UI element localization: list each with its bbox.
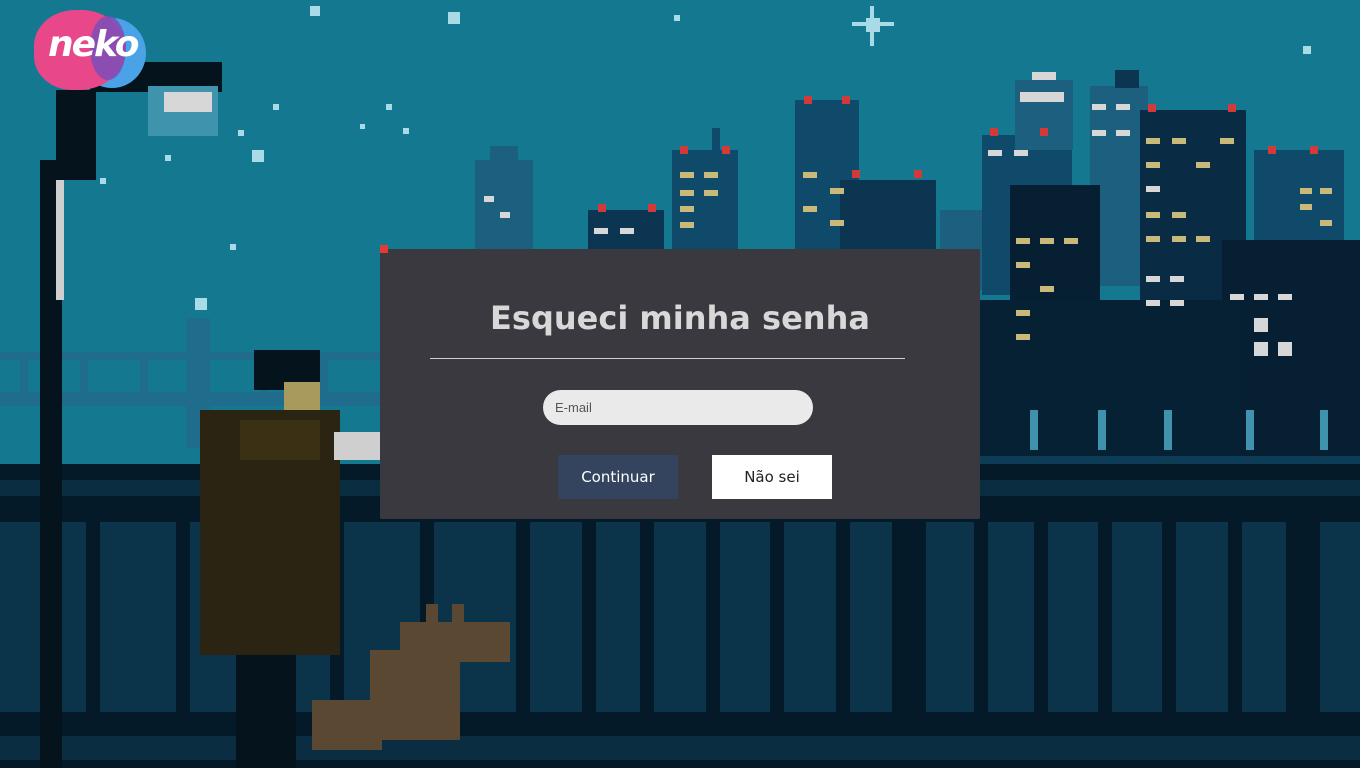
dont-know-button[interactable]: Não sei	[712, 455, 832, 499]
forgot-password-modal: Esqueci minha senha Continuar Não sei	[380, 245, 980, 519]
title-divider	[430, 358, 905, 359]
neko-logo[interactable]: neko	[30, 8, 150, 92]
modal-corner-accent	[380, 245, 388, 253]
email-input[interactable]	[543, 390, 813, 425]
modal-title: Esqueci minha senha	[490, 299, 870, 337]
logo-text: neko	[48, 24, 139, 65]
continue-button[interactable]: Continuar	[558, 455, 678, 499]
